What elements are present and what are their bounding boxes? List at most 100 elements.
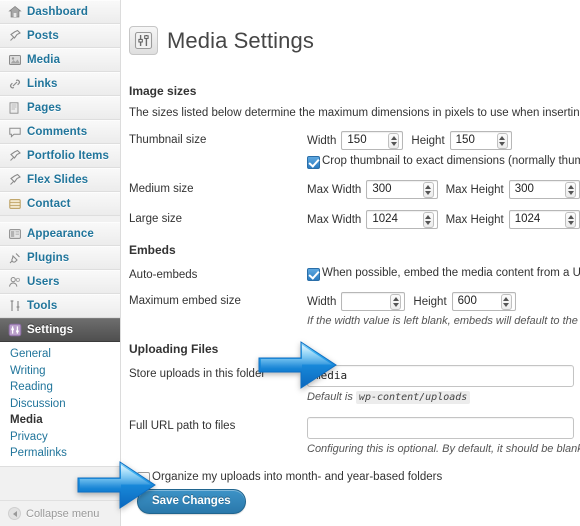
sidebar-item-media[interactable]: Media: [0, 48, 120, 72]
large-width-value: 1024: [372, 213, 398, 226]
field-row-thumbnail-size: Thumbnail size Width 150 Height 150 Crop…: [129, 131, 580, 170]
sidebar-item-links[interactable]: Links: [0, 72, 120, 96]
large-width-input[interactable]: 1024: [366, 210, 438, 230]
wordpress-admin-screen: Dashboard Posts Media Links Pages Commen…: [0, 0, 580, 526]
full-url-path-hint: Configuring this is optional. By default…: [307, 443, 580, 456]
field-row-full-url-path: Full URL path to files Configuring this …: [129, 417, 580, 455]
sidebar-item-tools[interactable]: Tools: [0, 294, 120, 318]
sidebar-item-label: Contact: [27, 198, 71, 210]
section-title-uploading-files: Uploading Files: [129, 342, 219, 357]
sidebar-item-label: Pages: [27, 102, 62, 114]
sidebar-item-flex-slides[interactable]: Flex Slides: [0, 168, 120, 192]
page-title: Media Settings: [167, 27, 314, 53]
embed-height-label: Height: [413, 295, 447, 308]
medium-height-label: Max Height: [445, 183, 504, 196]
organize-uploads-row: Organize my uploads into month- and year…: [137, 471, 580, 486]
thumbnail-width-label: Width: [307, 134, 337, 147]
field-row-upload-folder: Store uploads in this folder media Defau…: [129, 365, 580, 405]
sidebar-item-label: Tools: [27, 300, 58, 312]
thumbnail-size-label: Thumbnail size: [129, 134, 207, 147]
pin-icon: [7, 149, 22, 164]
admin-sidebar: Dashboard Posts Media Links Pages Commen…: [0, 0, 121, 526]
submenu-item-general[interactable]: General: [10, 346, 120, 363]
thumbnail-width-value: 150: [347, 134, 367, 147]
embed-width-stepper[interactable]: [390, 293, 402, 310]
organize-uploads-checkbox[interactable]: [137, 472, 150, 486]
medium-size-label: Medium size: [129, 183, 194, 196]
upload-folder-default-path: wp-content/uploads: [355, 391, 471, 405]
upload-folder-input[interactable]: media: [307, 365, 574, 388]
pin-icon: [7, 173, 22, 188]
section-title-image-sizes: Image sizes: [129, 84, 197, 99]
field-row-large-size: Large size Max Width 1024 Max Height 102…: [129, 210, 580, 230]
auto-embeds-label: Auto-embeds: [129, 269, 198, 282]
upload-folder-hint-prefix: Default is: [307, 391, 353, 404]
plug-icon: [7, 251, 22, 266]
collapse-menu-label: Collapse menu: [26, 507, 100, 520]
large-height-input[interactable]: 1024: [508, 210, 580, 230]
submenu-item-permalinks[interactable]: Permalinks: [10, 445, 120, 462]
max-embed-size-label: Maximum embed size: [129, 295, 241, 308]
page-header: Media Settings: [129, 13, 580, 68]
thumbnail-height-input[interactable]: 150: [449, 131, 512, 151]
full-url-path-input[interactable]: [307, 417, 574, 440]
sidebar-item-plugins[interactable]: Plugins: [0, 246, 120, 270]
sidebar-item-comments[interactable]: Comments: [0, 120, 120, 144]
pages-icon: [7, 101, 22, 116]
large-height-stepper[interactable]: [565, 211, 576, 228]
section-title-embeds: Embeds: [129, 243, 176, 258]
settings-icon: [7, 323, 22, 338]
thumbnail-height-value: 150: [455, 134, 475, 147]
crop-thumbnail-label: Crop thumbnail to exact dimensions (norm…: [322, 155, 580, 168]
sidebar-item-appearance[interactable]: Appearance: [0, 222, 120, 246]
submenu-item-writing[interactable]: Writing: [10, 363, 120, 380]
sidebar-item-settings[interactable]: Settings: [0, 318, 120, 342]
max-embed-size-hint: If the width value is left blank, embeds…: [307, 315, 580, 328]
field-row-auto-embeds: Auto-embeds When possible, embed the med…: [129, 266, 580, 282]
auto-embeds-checkbox[interactable]: [307, 268, 320, 282]
settings-submenu: General Writing Reading Discussion Media…: [0, 342, 120, 467]
sidebar-item-portfolio-items[interactable]: Portfolio Items: [0, 144, 120, 168]
link-icon: [7, 77, 22, 92]
sidebar-item-pages[interactable]: Pages: [0, 96, 120, 120]
thumbnail-height-label: Height: [411, 134, 445, 147]
crop-thumbnail-row: Crop thumbnail to exact dimensions (norm…: [307, 155, 580, 170]
users-icon: [7, 275, 22, 290]
sidebar-item-posts[interactable]: Posts: [0, 24, 120, 48]
collapse-menu-button[interactable]: Collapse menu: [0, 500, 120, 526]
large-height-value: 1024: [514, 213, 541, 226]
save-changes-button[interactable]: Save Changes: [137, 489, 246, 515]
image-sizes-description: The sizes listed below determine the max…: [129, 107, 580, 120]
submenu-item-reading[interactable]: Reading: [10, 379, 120, 396]
upload-folder-label: Store uploads in this folder: [129, 368, 266, 381]
submenu-item-privacy[interactable]: Privacy: [10, 429, 120, 446]
medium-width-input[interactable]: 300: [366, 180, 438, 200]
auto-embeds-checkbox-label: When possible, embed the media content f…: [322, 267, 580, 280]
field-row-medium-size: Medium size Max Width 300 Max Height 300: [129, 180, 580, 200]
medium-height-stepper[interactable]: [565, 181, 576, 198]
embed-width-input[interactable]: [341, 292, 406, 312]
sidebar-item-label: Posts: [27, 30, 59, 42]
medium-width-stepper[interactable]: [422, 181, 434, 198]
crop-thumbnail-checkbox[interactable]: [307, 156, 320, 170]
submenu-item-media[interactable]: Media: [10, 412, 120, 429]
pin-icon: [7, 29, 22, 44]
thumbnail-width-stepper[interactable]: [388, 132, 400, 149]
sidebar-item-contact[interactable]: Contact: [0, 192, 120, 216]
medium-height-value: 300: [514, 183, 534, 196]
large-width-stepper[interactable]: [422, 211, 434, 228]
embed-height-input[interactable]: 600: [451, 292, 516, 312]
collapse-arrow-icon: [8, 507, 21, 520]
medium-height-input[interactable]: 300: [508, 180, 580, 200]
sidebar-item-label: Links: [27, 78, 58, 90]
field-row-max-embed-size: Maximum embed size Width Height 600 If t…: [129, 292, 580, 327]
sidebar-item-users[interactable]: Users: [0, 270, 120, 294]
embed-height-value: 600: [457, 295, 477, 308]
thumbnail-width-input[interactable]: 150: [341, 131, 404, 151]
thumbnail-height-stepper[interactable]: [496, 132, 508, 149]
sidebar-item-label: Appearance: [27, 228, 94, 240]
sidebar-item-label: Portfolio Items: [27, 150, 110, 162]
submenu-item-discussion[interactable]: Discussion: [10, 396, 120, 413]
sidebar-item-dashboard[interactable]: Dashboard: [0, 0, 120, 24]
embed-height-stepper[interactable]: [500, 293, 512, 310]
